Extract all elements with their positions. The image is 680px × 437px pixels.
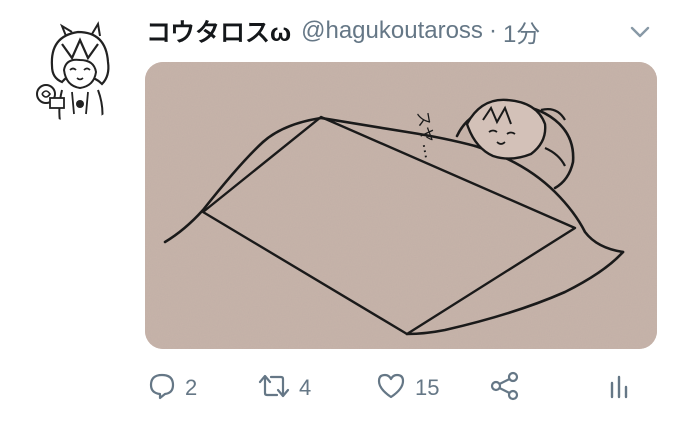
reply-count: 2 [185,375,198,400]
avatar[interactable] [22,14,130,122]
sleeping-drawing: スヤ… [145,62,657,349]
user-handle[interactable]: @hagukoutaross [301,17,483,45]
like-count: 15 [415,375,440,400]
avatar-illustration [22,14,130,122]
tweet-actions: 2 4 15 [145,368,665,408]
analytics-icon [607,371,631,406]
reply-icon [147,371,177,406]
tweet-image[interactable]: スヤ… [145,62,657,349]
like-button[interactable]: 15 [375,368,439,408]
retweet-count: 4 [299,375,312,400]
reply-button[interactable]: 2 [147,368,197,408]
tweet-header: コウタロスω @hagukoutaross · 1分 [146,14,540,48]
chevron-down-icon[interactable] [626,18,654,46]
tweet-timestamp[interactable]: 1分 [503,14,540,49]
retweet-button[interactable]: 4 [257,368,311,408]
share-icon [489,371,521,406]
header-separator: · [488,17,497,44]
retweet-icon [257,371,291,406]
display-name[interactable]: コウタロスω [146,13,291,49]
analytics-button[interactable] [607,368,631,408]
heart-icon [375,371,407,406]
share-button[interactable] [489,368,521,408]
